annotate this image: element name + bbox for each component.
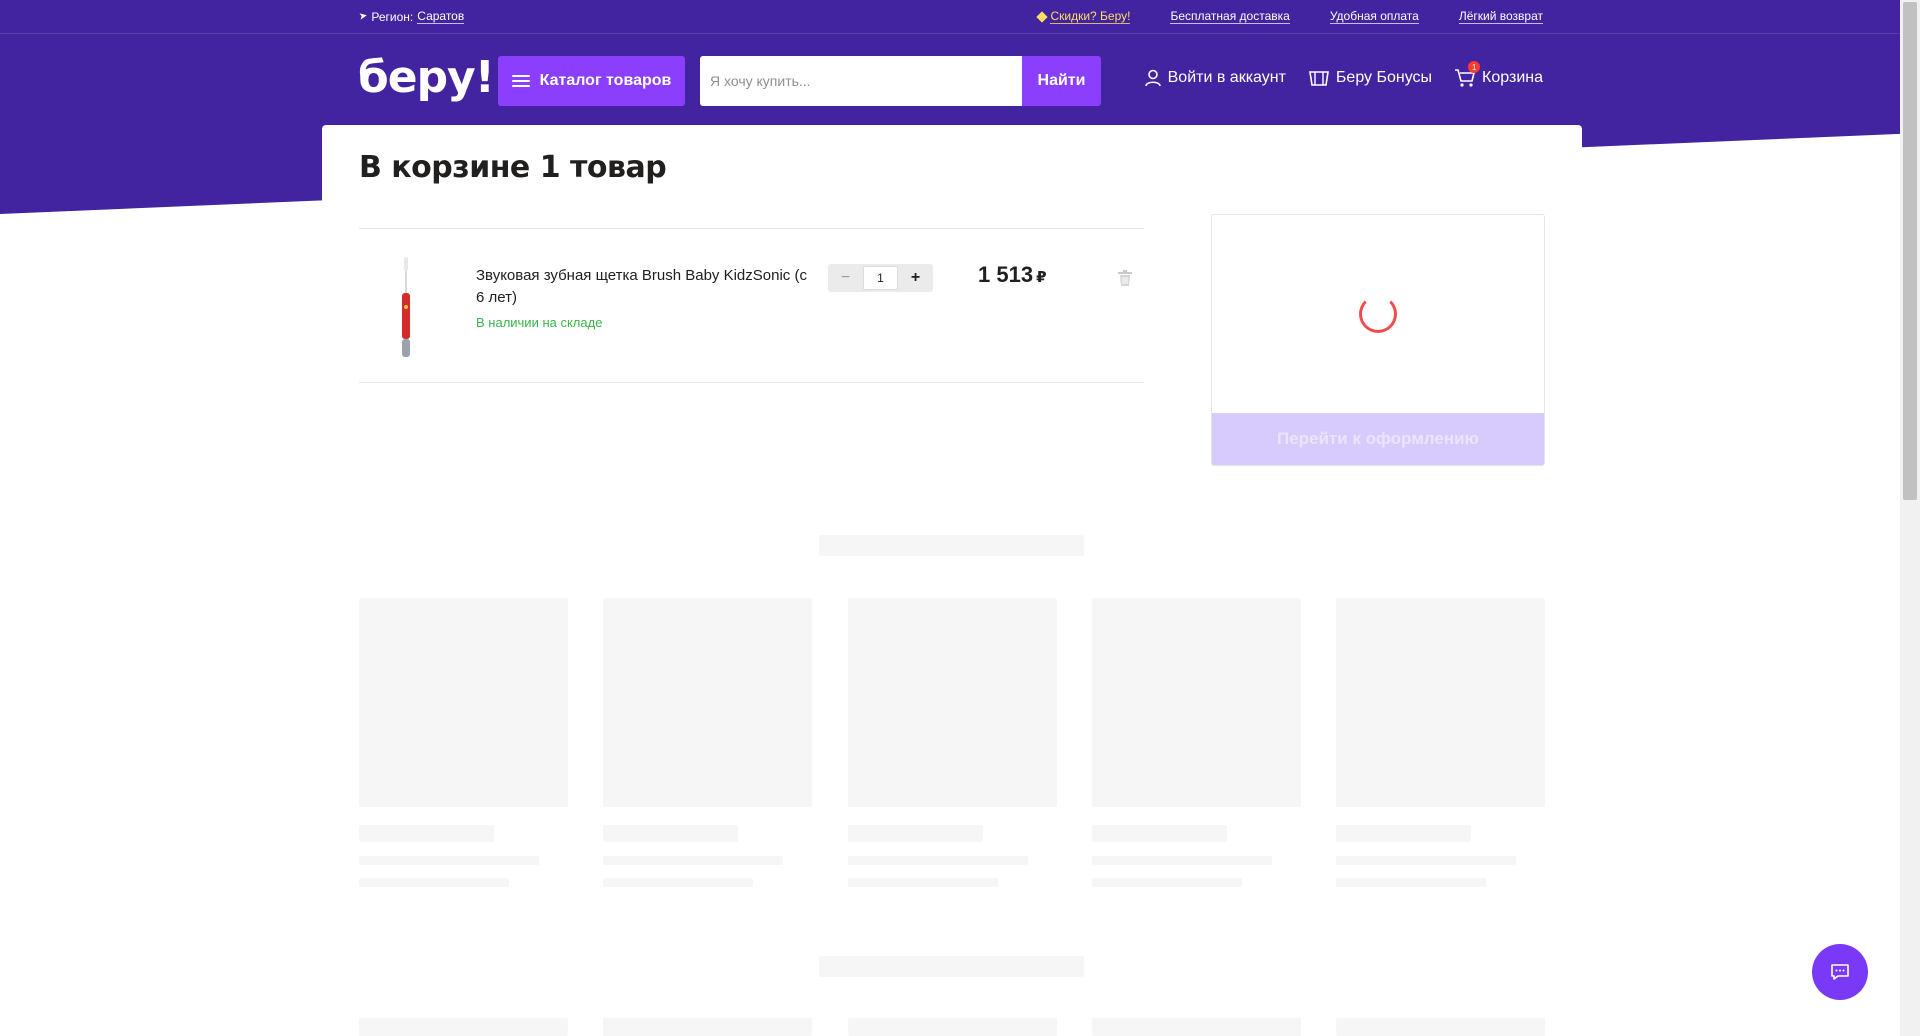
- skeleton-card-line: [359, 878, 509, 887]
- skeleton-card-image: [848, 598, 1057, 807]
- skeleton-card-line: [848, 825, 983, 842]
- catalog-button[interactable]: Каталог товаров: [498, 56, 685, 106]
- product-name[interactable]: Звуковая зубная щетка Brush Baby KidzSon…: [476, 265, 816, 309]
- quantity-stepper: − 1 +: [828, 264, 933, 292]
- skeleton-card-line: [1092, 825, 1227, 842]
- search-button[interactable]: Найти: [1022, 56, 1101, 106]
- skeleton-card-image: [603, 598, 812, 807]
- skeleton-heading: [819, 535, 1084, 556]
- scrollbar-thumb[interactable]: [1903, 2, 1917, 500]
- loading-spinner-icon: [1359, 295, 1397, 333]
- promo-diamond-icon: [1036, 10, 1049, 23]
- bonus-label: Беру Бонусы: [1335, 69, 1433, 86]
- header-nav: Войти в аккаунт Беру Бонусы 1 Корзина: [1144, 61, 1543, 88]
- catalog-button-label: Каталог товаров: [539, 72, 672, 89]
- chat-icon: [1831, 964, 1849, 980]
- cart-item: Звуковая зубная щетка Brush Baby KidzSon…: [359, 228, 1144, 383]
- product-price: 1 513 ₽: [978, 262, 1047, 288]
- skeleton-card-line: [848, 878, 998, 887]
- skeleton-card-line: [1092, 856, 1272, 865]
- free-delivery-link[interactable]: Бесплатная доставка: [1170, 9, 1290, 24]
- login-link[interactable]: Войти в аккаунт: [1144, 68, 1286, 88]
- search-input[interactable]: [700, 56, 1022, 106]
- return-link[interactable]: Лёгкий возврат: [1458, 9, 1543, 24]
- product-stock-status: В наличии на складе: [476, 315, 603, 330]
- skeleton-card-line: [1336, 856, 1516, 865]
- page-scrollbar[interactable]: [1900, 0, 1920, 1036]
- skeleton-card-image: [1336, 598, 1545, 807]
- chat-button[interactable]: [1812, 944, 1868, 1000]
- checkout-panel: Перейти к оформлению: [1211, 214, 1545, 466]
- checkout-button[interactable]: Перейти к оформлению: [1212, 413, 1544, 465]
- skeleton-card-line: [359, 856, 539, 865]
- skeleton-card-image: [359, 1018, 568, 1036]
- skeleton-card-line: [359, 825, 494, 842]
- user-icon: [1144, 69, 1161, 87]
- top-info-bar: ➤ Регион: Саратов Скидки? Беру! Бесплатн…: [0, 0, 1900, 34]
- skeleton-card-image: [603, 1018, 812, 1036]
- skeleton-card-image: [848, 1018, 1057, 1036]
- trash-icon[interactable]: [1117, 269, 1133, 287]
- region-selector[interactable]: ➤ Регион: Саратов: [358, 9, 465, 24]
- currency-sign: ₽: [1036, 269, 1047, 286]
- region-link[interactable]: Саратов: [417, 9, 465, 24]
- top-links: Скидки? Беру! Бесплатная доставка Удобна…: [1036, 9, 1543, 24]
- cart-label: Корзина: [1482, 69, 1543, 86]
- region-prefix: Регион:: [371, 9, 414, 24]
- skeleton-card-image: [359, 598, 568, 807]
- skeleton-card-line: [603, 878, 753, 887]
- location-arrow-icon: ➤: [358, 10, 369, 23]
- cart-link[interactable]: 1 Корзина: [1454, 61, 1543, 88]
- skeleton-card-line: [848, 856, 1028, 865]
- quantity-increase-button[interactable]: +: [898, 269, 933, 287]
- skeleton-card-line: [603, 856, 783, 865]
- page-title: В корзине 1 товар: [359, 150, 667, 185]
- bonus-icon: [1308, 71, 1329, 86]
- cart-item-list: Звуковая зубная щетка Brush Baby KidzSon…: [359, 228, 1144, 383]
- login-label: Войти в аккаунт: [1167, 69, 1286, 86]
- skeleton-card-line: [1336, 825, 1471, 842]
- cart-count-badge: 1: [1468, 61, 1481, 73]
- skeleton-card-image: [1092, 598, 1301, 807]
- skeleton-card-line: [603, 825, 738, 842]
- quantity-input[interactable]: 1: [863, 266, 898, 290]
- price-value: 1 513: [978, 262, 1034, 287]
- skeleton-card-line: [1092, 878, 1242, 887]
- logo[interactable]: беру!: [358, 52, 495, 103]
- promo-link[interactable]: Скидки? Беру!: [1050, 9, 1131, 24]
- quantity-decrease-button[interactable]: −: [828, 269, 863, 287]
- skeleton-heading: [819, 956, 1084, 977]
- menu-icon: [511, 75, 530, 87]
- skeleton-card-image: [1092, 1018, 1301, 1036]
- product-image[interactable]: [399, 257, 413, 357]
- promo-link-wrap[interactable]: Скидки? Беру!: [1036, 9, 1131, 24]
- bonus-link[interactable]: Беру Бонусы: [1308, 68, 1432, 88]
- skeleton-card-image: [1336, 1018, 1545, 1036]
- main-header: беру! Каталог товаров Найти Войти в акка…: [0, 34, 1900, 124]
- skeleton-card-line: [1336, 878, 1486, 887]
- payment-link[interactable]: Удобная оплата: [1329, 9, 1419, 24]
